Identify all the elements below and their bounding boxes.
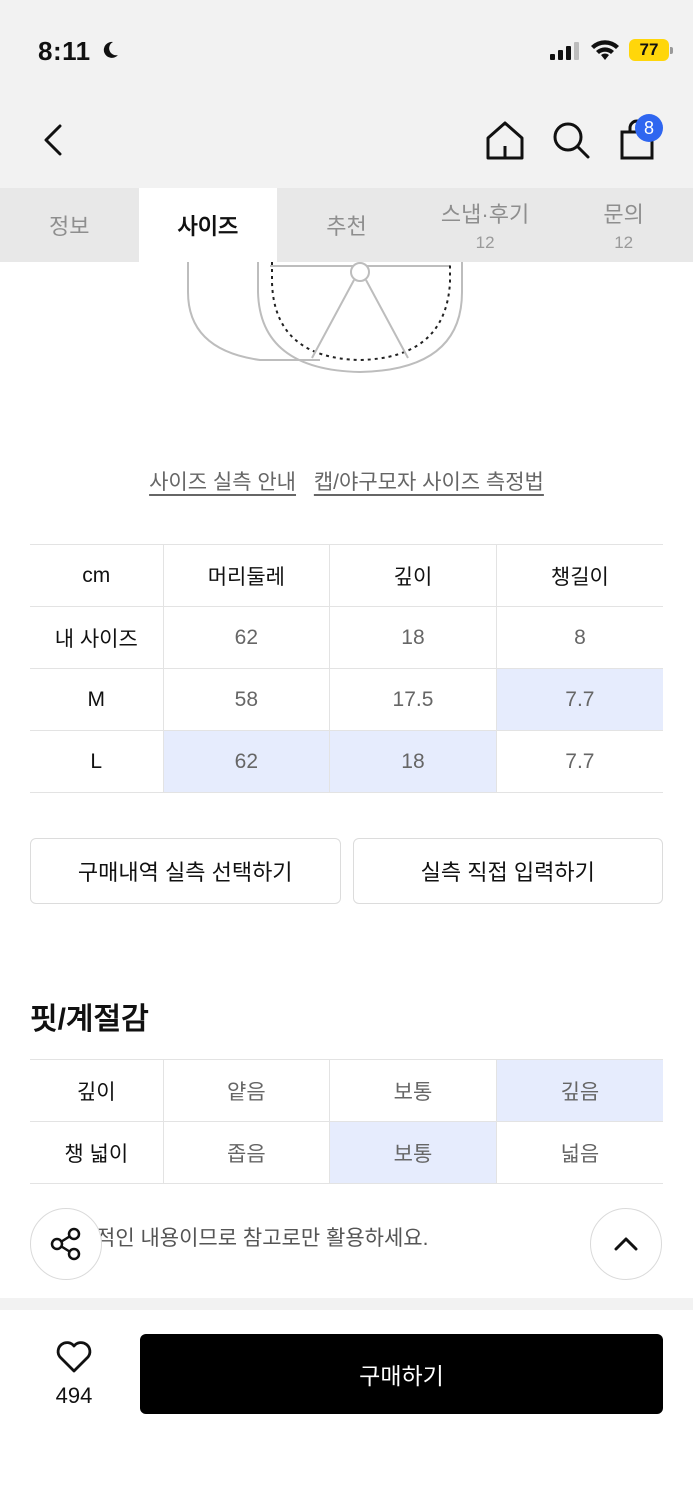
column-header: 깊이	[329, 544, 497, 607]
fit-row-depth: 깊이 얕음 보통 깊음	[30, 1059, 663, 1122]
fit-section-title: 핏/계절감	[30, 1003, 149, 1036]
like-count: 494	[55, 1383, 93, 1408]
table-cell-highlighted: 18	[329, 730, 497, 793]
cap-size-illustration	[187, 262, 463, 374]
battery-indicator: 77	[629, 39, 673, 61]
scroll-to-top-button[interactable]	[590, 1208, 662, 1280]
direct-input-button[interactable]: 실측 직접 입력하기	[352, 838, 663, 904]
row-label: M	[30, 668, 164, 731]
chevron-up-icon	[614, 1237, 638, 1251]
status-bar: 8:11 77	[0, 0, 693, 100]
search-icon[interactable]	[550, 118, 592, 162]
tab-size[interactable]: 사이즈	[138, 188, 278, 262]
heart-icon	[56, 1341, 92, 1373]
buy-button[interactable]: 구매하기	[140, 1334, 663, 1414]
app-header	[0, 100, 693, 188]
table-cell: 7.7	[496, 730, 663, 793]
row-label: L	[30, 730, 164, 793]
measure-buttons: 구매내역 실측 선택하기 실측 직접 입력하기	[30, 838, 663, 904]
row-label: 깊이	[30, 1059, 164, 1122]
table-cell: 62	[163, 606, 331, 669]
size-guide-link[interactable]: 사이즈 실측 안내	[149, 471, 296, 494]
disclaimer-note: 적인 내용이므로 참고로만 활용하세요.	[96, 1227, 429, 1250]
cellular-signal-icon	[550, 42, 579, 60]
column-header: 머리둘레	[163, 544, 331, 607]
table-cell: 보통	[329, 1059, 497, 1122]
table-cell-selected: 보통	[329, 1121, 497, 1184]
table-cell: 좁음	[163, 1121, 331, 1184]
table-row-m: M 58 17.5 7.7	[30, 668, 663, 731]
status-time: 8:11	[38, 36, 91, 66]
table-cell: 58	[163, 668, 331, 731]
row-label: 내 사이즈	[30, 606, 164, 669]
tab-inquiry[interactable]: 문의 12	[554, 188, 693, 262]
inquiry-count: 12	[614, 233, 634, 252]
table-cell-highlighted: 62	[163, 730, 331, 793]
table-cell: 18	[329, 606, 497, 669]
table-row-my-size: 내 사이즈 62 18 8	[30, 606, 663, 669]
share-icon	[50, 1227, 81, 1261]
share-button[interactable]	[30, 1208, 102, 1280]
column-header: 챙길이	[496, 544, 663, 607]
table-cell: 넓음	[496, 1121, 663, 1184]
size-table: cm 머리둘레 깊이 챙길이 내 사이즈 62 18 8 M 58 17.5 7…	[30, 544, 663, 793]
home-icon[interactable]	[484, 118, 526, 162]
section-divider	[0, 1298, 693, 1310]
review-count: 12	[475, 233, 495, 252]
column-header: cm	[30, 544, 164, 607]
size-guide-links: 사이즈 실측 안내 캡/야구모자 사이즈 측정법	[0, 466, 693, 496]
like-button[interactable]: 494	[40, 1340, 108, 1409]
table-row-l: L 62 18 7.7	[30, 730, 663, 793]
table-cell-selected: 깊음	[496, 1059, 663, 1122]
measure-guide-link[interactable]: 캡/야구모자 사이즈 측정법	[314, 471, 544, 494]
table-header-row: cm 머리둘레 깊이 챙길이	[30, 544, 663, 607]
fit-row-brim-width: 챙 넓이 좁음 보통 넓음	[30, 1121, 663, 1184]
table-cell: 얕음	[163, 1059, 331, 1122]
select-purchase-history-button[interactable]: 구매내역 실측 선택하기	[30, 838, 341, 904]
row-label: 챙 넓이	[30, 1121, 164, 1184]
back-icon[interactable]	[38, 120, 70, 160]
cart-count-badge: 8	[635, 114, 663, 142]
tab-info[interactable]: 정보	[0, 188, 139, 262]
fit-table: 깊이 얕음 보통 깊음 챙 넓이 좁음 보통 넓음	[30, 1059, 663, 1184]
tab-snap-review[interactable]: 스냅·후기 12	[416, 188, 555, 262]
moon-icon	[103, 41, 118, 58]
tab-recommend[interactable]: 추천	[277, 188, 416, 262]
table-cell: 17.5	[329, 668, 497, 731]
wifi-icon	[591, 40, 619, 60]
table-cell-highlighted: 7.7	[496, 668, 663, 731]
bottom-purchase-bar: 494 구매하기	[0, 1310, 693, 1500]
table-cell: 8	[496, 606, 663, 669]
product-tabs: 정보 사이즈 추천 스냅·후기 12 문의 12	[0, 188, 693, 262]
